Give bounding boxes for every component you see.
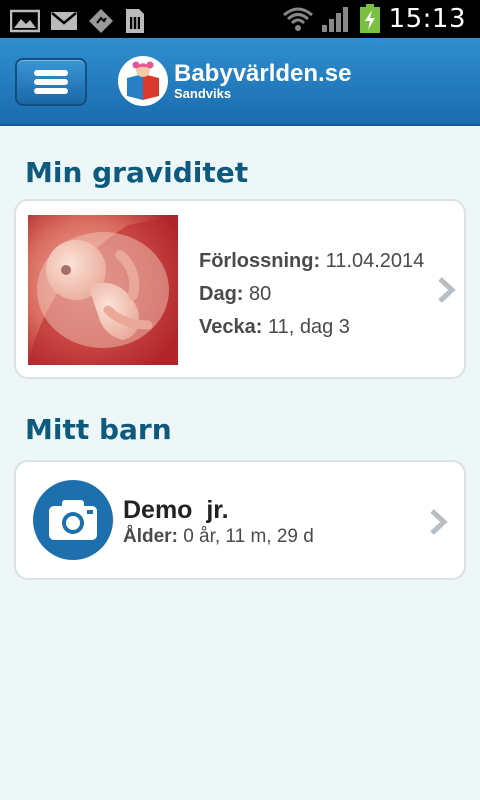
chevron-right-icon — [438, 277, 456, 303]
child-name: Demo jr. — [123, 496, 229, 524]
due-date-label: Förlossning: — [199, 250, 321, 272]
app-bar: Babyvärlden.se Sandviks — [0, 38, 480, 126]
usb-debug-icon — [89, 9, 113, 33]
fetus-image — [28, 215, 178, 365]
due-date-value: 11.04.2014 — [325, 250, 425, 272]
image-icon — [10, 9, 40, 33]
child-age-label: Ålder: — [123, 526, 178, 547]
logo-icon — [118, 56, 168, 106]
day-label: Dag: — [199, 283, 244, 305]
sim-card-icon — [126, 9, 144, 33]
battery-charging-icon — [359, 4, 380, 33]
child-age: Ålder: 0 år, 11 m, 29 d — [123, 526, 314, 548]
week-row: Vecka: 11, dag 3 — [199, 311, 424, 344]
brand-title: Babyvärlden.se — [174, 60, 352, 87]
week-label: Vecka: — [199, 316, 263, 338]
wifi-icon — [282, 7, 313, 31]
status-bar-notifications — [10, 7, 146, 35]
clock: 15:13 — [388, 4, 466, 34]
pregnancy-info: Förlossning: 11.04.2014 Dag: 80 Vecka: 1… — [199, 245, 424, 344]
day-row: Dag: 80 — [199, 278, 424, 311]
section-title-pregnancy: Min graviditet — [25, 156, 249, 189]
child-age-value: 0 år, 11 m, 29 d — [183, 526, 314, 547]
day-value: 80 — [249, 283, 272, 305]
mail-icon — [51, 12, 77, 30]
child-card[interactable]: Demo jr. Ålder: 0 år, 11 m, 29 d — [14, 460, 466, 580]
brand-logo: Babyvärlden.se Sandviks — [118, 56, 351, 106]
signal-icon — [321, 7, 348, 32]
avatar[interactable] — [33, 480, 113, 560]
menu-button[interactable] — [15, 58, 87, 106]
camera-icon — [49, 500, 97, 540]
status-bar-system: 15:13 — [282, 4, 466, 34]
brand-subtitle: Sandviks — [174, 86, 232, 101]
status-bar: 15:13 — [0, 0, 480, 38]
due-date-row: Förlossning: 11.04.2014 — [199, 245, 424, 278]
section-title-child: Mitt barn — [25, 413, 172, 446]
week-value: 11, dag 3 — [267, 316, 350, 338]
pregnancy-card[interactable]: Förlossning: 11.04.2014 Dag: 80 Vecka: 1… — [14, 199, 466, 379]
chevron-right-icon — [430, 509, 448, 535]
